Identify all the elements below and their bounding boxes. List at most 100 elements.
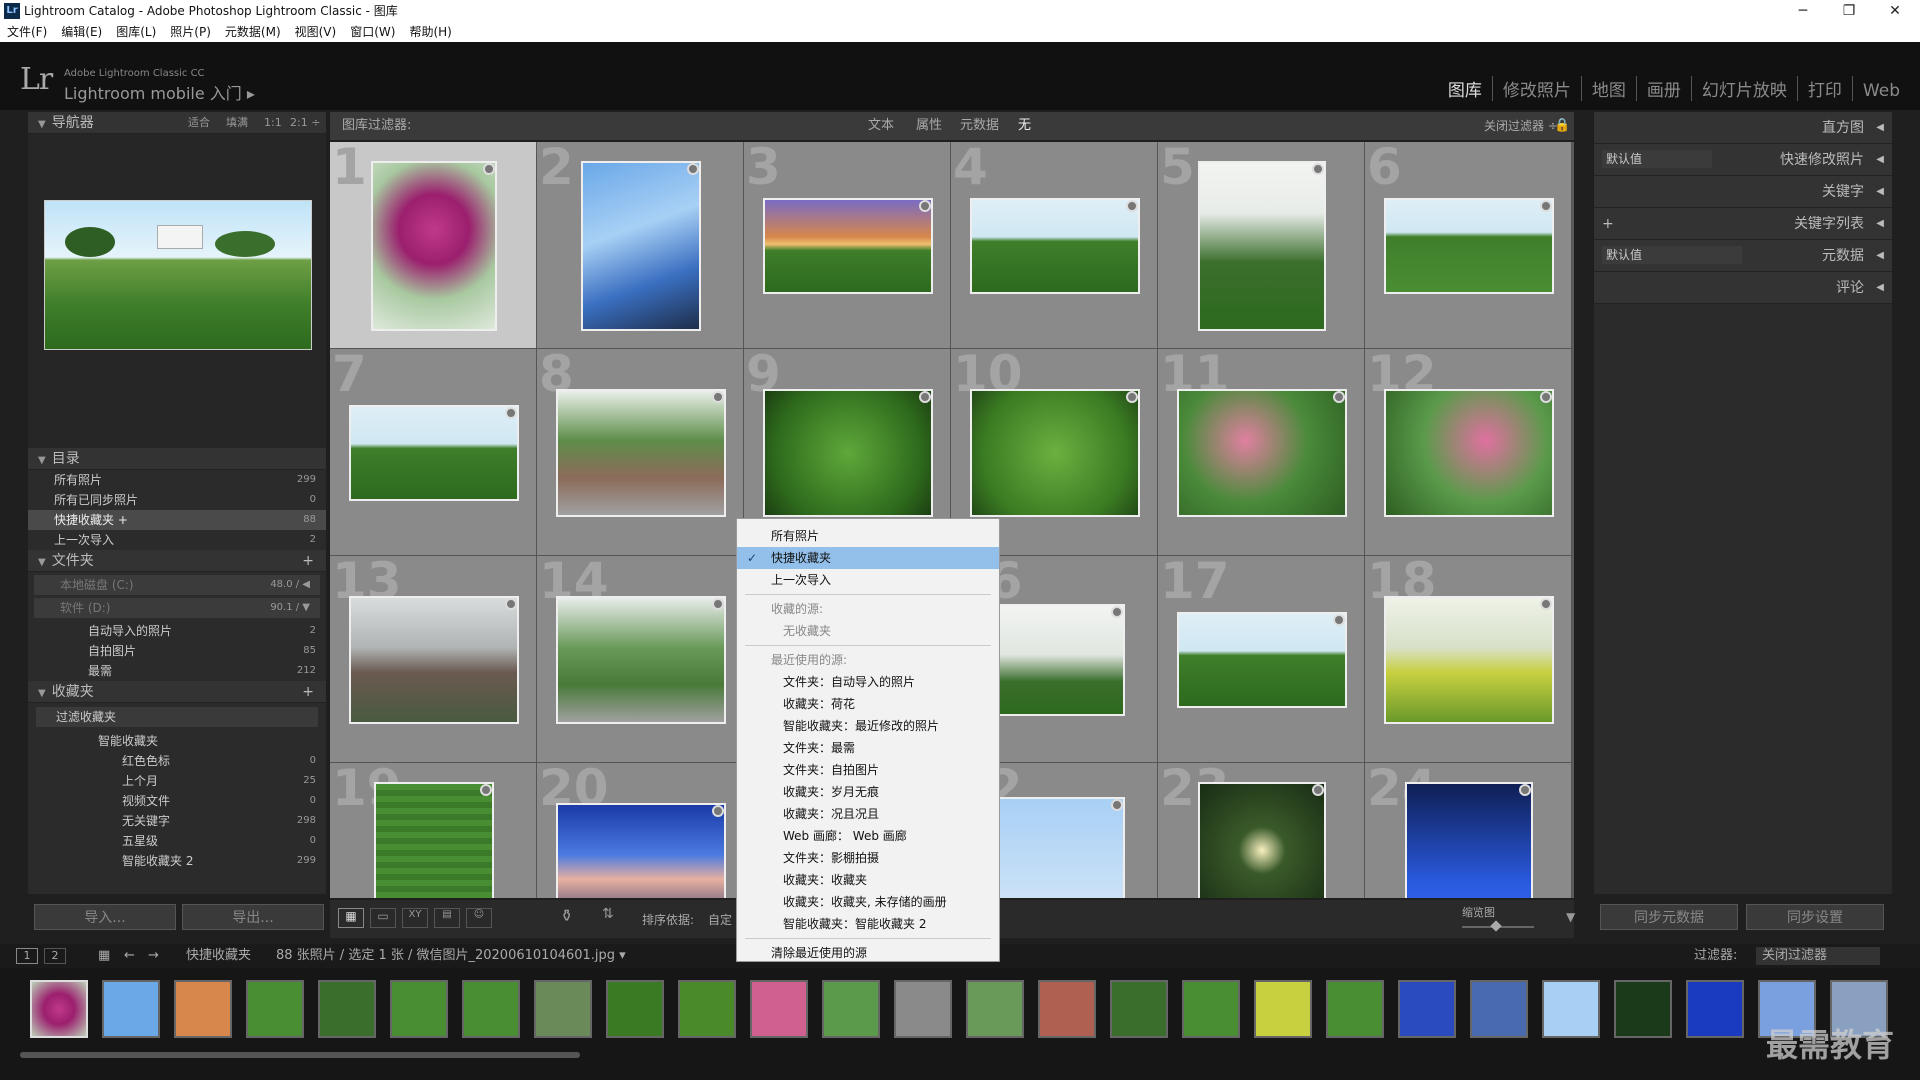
- grid-cell[interactable]: 23: [1158, 759, 1365, 898]
- filmstrip-thumbnail[interactable]: [1470, 980, 1528, 1038]
- photo-thumbnail[interactable]: [762, 197, 933, 294]
- photo-thumbnail[interactable]: [580, 160, 701, 331]
- menu-item-quick-collection[interactable]: ✓ 快捷收藏夹: [737, 547, 999, 569]
- quick-collection-marker-icon[interactable]: [918, 390, 931, 403]
- zoom-fit[interactable]: 适合: [188, 112, 210, 134]
- menu-item-recent-source[interactable]: 收藏夹：岁月无痕: [737, 781, 999, 803]
- photo-thumbnail[interactable]: [1176, 388, 1347, 517]
- drive-d[interactable]: 软件 (D:) 90.1 / ▼: [34, 598, 320, 618]
- menu-library[interactable]: 图库(L): [109, 22, 163, 42]
- quick-develop-header[interactable]: 默认值 快速修改照片 ◀: [1594, 144, 1892, 176]
- photo-thumbnail[interactable]: [348, 404, 519, 501]
- filmstrip-thumbnail[interactable]: [462, 980, 520, 1038]
- grid-cell[interactable]: 18: [1365, 552, 1572, 763]
- menu-edit[interactable]: 编辑(E): [54, 22, 109, 42]
- quick-collection-marker-icon[interactable]: [1110, 798, 1123, 811]
- collection-item[interactable]: 上个月 25: [28, 771, 326, 791]
- filmstrip-thumbnail[interactable]: [606, 980, 664, 1038]
- menu-help[interactable]: 帮助(H): [402, 22, 458, 42]
- menu-item-recent-source[interactable]: 文件夹：自动导入的照片: [737, 671, 999, 693]
- grid-cell[interactable]: 5: [1158, 142, 1365, 349]
- menu-metadata[interactable]: 元数据(M): [218, 22, 288, 42]
- photo-thumbnail[interactable]: [969, 197, 1140, 294]
- quick-collection-marker-icon[interactable]: [1539, 199, 1552, 212]
- filmstrip-thumbnail[interactable]: [102, 980, 160, 1038]
- photo-thumbnail[interactable]: [555, 802, 726, 898]
- grid-cell[interactable]: 2: [537, 142, 744, 349]
- histogram-header[interactable]: 直方图 ◀: [1594, 112, 1892, 144]
- grid-cell[interactable]: 13: [330, 552, 537, 763]
- collection-item[interactable]: 无关键字 298: [28, 811, 326, 831]
- photo-thumbnail[interactable]: [984, 796, 1125, 898]
- loupe-view-icon[interactable]: ▭: [370, 908, 396, 928]
- grid-cell[interactable]: 3: [744, 142, 951, 349]
- photo-thumbnail[interactable]: [373, 781, 494, 898]
- filmstrip-thumbnail[interactable]: [30, 980, 88, 1038]
- filmstrip-scrollbar[interactable]: [20, 1052, 580, 1058]
- quick-collection-marker-icon[interactable]: [711, 597, 724, 610]
- sync-settings-button[interactable]: 同步设置: [1746, 904, 1884, 930]
- lock-icon[interactable]: 🔒: [1554, 112, 1570, 140]
- catalog-header[interactable]: ▼ 目录: [28, 448, 326, 470]
- module-map[interactable]: 地图: [1582, 76, 1637, 101]
- quick-collection-marker-icon[interactable]: [1518, 783, 1531, 796]
- collection-item[interactable]: 五星级 0: [28, 831, 326, 851]
- menu-item-recent-source[interactable]: 文件夹：最需: [737, 737, 999, 759]
- grid-cell[interactable]: 6: [1365, 142, 1572, 349]
- keyword-list-header[interactable]: + 关键字列表 ◀: [1594, 208, 1892, 240]
- quick-collection-marker-icon[interactable]: [504, 597, 517, 610]
- import-button[interactable]: 导入...: [34, 904, 176, 930]
- compare-view-icon[interactable]: XY: [402, 908, 428, 928]
- grid-cell[interactable]: 4: [951, 142, 1158, 349]
- quick-collection-marker-icon[interactable]: [711, 804, 724, 817]
- menu-item-clear-recent[interactable]: 清除最近使用的源: [737, 942, 999, 964]
- filmstrip-thumbnail[interactable]: [246, 980, 304, 1038]
- restore-icon[interactable]: ❐: [1826, 0, 1872, 22]
- filmstrip-thumbnail[interactable]: [318, 980, 376, 1038]
- filmstrip-thumbnail[interactable]: [1110, 980, 1168, 1038]
- zoom-fill[interactable]: 填满: [226, 112, 248, 134]
- close-icon[interactable]: ✕: [1872, 0, 1918, 22]
- monitor-1-icon[interactable]: 1: [16, 948, 38, 964]
- grid-cell[interactable]: 1: [330, 142, 537, 349]
- grid-cell[interactable]: 8: [537, 345, 744, 556]
- add-keyword-icon[interactable]: +: [1602, 208, 1614, 240]
- photo-thumbnail[interactable]: [1404, 781, 1533, 898]
- photo-thumbnail[interactable]: [1197, 160, 1326, 331]
- navigator-preview[interactable]: [44, 200, 312, 350]
- people-view-icon[interactable]: ☺: [466, 908, 492, 928]
- quick-collection-marker-icon[interactable]: [1311, 162, 1324, 175]
- module-slideshow[interactable]: 幻灯片放映: [1692, 76, 1798, 101]
- menu-item-recent-source[interactable]: 收藏夹：荷花: [737, 693, 999, 715]
- collections-header[interactable]: ▼ 收藏夹 +: [28, 681, 326, 703]
- grid-cell[interactable]: 19: [330, 759, 537, 898]
- quick-collection-marker-icon[interactable]: [686, 162, 699, 175]
- menu-item-recent-source[interactable]: Web 画廊： Web 画廊: [737, 825, 999, 847]
- grid-view-icon[interactable]: ▦: [338, 908, 364, 928]
- catalog-item-previous-import[interactable]: 上一次导入 2: [28, 530, 326, 550]
- photo-thumbnail[interactable]: [555, 388, 726, 517]
- filmstrip-source[interactable]: 快捷收藏夹: [186, 944, 251, 968]
- monitor-2-icon[interactable]: 2: [44, 948, 66, 964]
- filmstrip-thumbnail[interactable]: [822, 980, 880, 1038]
- grid-cell[interactable]: 17: [1158, 552, 1365, 763]
- quick-collection-marker-icon[interactable]: [1125, 390, 1138, 403]
- filter-tab-attribute[interactable]: 属性: [916, 112, 942, 140]
- menu-file[interactable]: 文件(F): [0, 22, 54, 42]
- quick-collection-marker-icon[interactable]: [1332, 613, 1345, 626]
- filmstrip-thumbnail[interactable]: [534, 980, 592, 1038]
- painter-icon[interactable]: ⚱: [560, 906, 573, 925]
- sort-value[interactable]: 自定: [708, 911, 732, 928]
- quick-collection-marker-icon[interactable]: [479, 783, 492, 796]
- filmstrip-thumbnail[interactable]: [1614, 980, 1672, 1038]
- grid-cell[interactable]: 20: [537, 759, 744, 898]
- folder-item[interactable]: 自动导入的照片 2: [28, 621, 326, 641]
- forward-arrow-icon[interactable]: →: [148, 944, 159, 968]
- smart-collection-group[interactable]: 智能收藏夹: [28, 731, 326, 751]
- catalog-item-all[interactable]: 所有照片 299: [28, 470, 326, 490]
- module-book[interactable]: 画册: [1637, 76, 1692, 101]
- photo-thumbnail[interactable]: [1383, 388, 1554, 517]
- menu-photo[interactable]: 照片(P): [163, 22, 218, 42]
- filmstrip-thumbnail[interactable]: [1686, 980, 1744, 1038]
- sync-metadata-button[interactable]: 同步元数据: [1600, 904, 1738, 930]
